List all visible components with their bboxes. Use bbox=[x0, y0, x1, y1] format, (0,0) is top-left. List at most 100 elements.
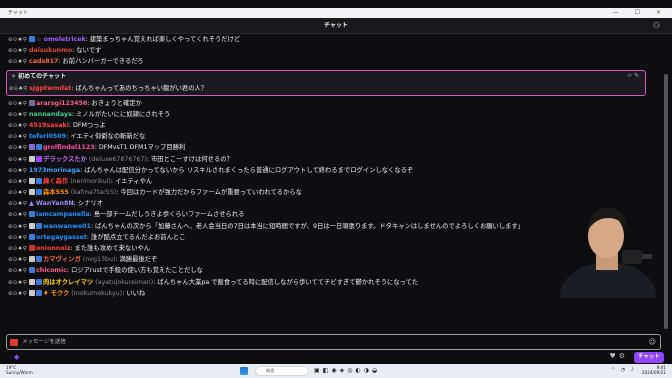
chat-username[interactable]: カマヴィンガ bbox=[43, 256, 81, 263]
chat-send-button[interactable]: チャット bbox=[634, 352, 664, 363]
chat-username[interactable]: 森本555 bbox=[43, 189, 69, 196]
badge-icon[interactable] bbox=[28, 278, 35, 285]
mod-action-icons[interactable]: ⊘⊙♠⚲ bbox=[8, 101, 27, 107]
taskbar-clock[interactable]: 9:41 2024/09/21 bbox=[642, 365, 666, 375]
mod-action-icons[interactable]: ⊘⊙♠⚲ bbox=[8, 168, 27, 174]
badge-icon[interactable] bbox=[28, 245, 35, 251]
highlight-actions-icon[interactable]: ⊹ ✎ bbox=[627, 72, 639, 79]
mod-action-icons[interactable]: ⊘⊙♠⚲ bbox=[8, 224, 27, 230]
message-input[interactable]: メッセージを送信 ☺ bbox=[6, 334, 661, 350]
badge-icon: ♦ bbox=[42, 289, 51, 297]
mod-action-icons[interactable]: ⊘⊙♠⚲ bbox=[8, 179, 27, 185]
badge-icon[interactable] bbox=[35, 177, 42, 184]
users-icon[interactable]: ⚇ bbox=[653, 18, 660, 34]
chat-message: ⊘⊙♠⚲ nannandays: ミノルがたいにに奴隷にされそう bbox=[0, 109, 660, 120]
chat-text: : ばんちゃんは配信分かってないから リスキルされまくったら普通にログアウトして… bbox=[80, 166, 414, 174]
badge-icon[interactable] bbox=[28, 211, 35, 218]
chat-username-login: (ayatujokureiman) bbox=[95, 278, 154, 286]
chat-username[interactable]: nannandays bbox=[29, 111, 72, 118]
user-avatar bbox=[10, 339, 18, 346]
start-icon[interactable] bbox=[240, 367, 248, 375]
badge-icon[interactable] bbox=[35, 256, 42, 263]
chat-username[interactable]: WanYan8N bbox=[36, 200, 74, 207]
taskbar-apps[interactable]: ▣◧◉◈◎◐◑◒ bbox=[314, 367, 380, 374]
mod-action-icons[interactable]: ⊘⊙♠⚲ bbox=[8, 280, 27, 286]
badge-icon[interactable] bbox=[28, 144, 35, 151]
chat-username[interactable]: teferi0509 bbox=[29, 133, 66, 140]
chat-username[interactable]: iamcampanella bbox=[36, 211, 90, 218]
chat-text: : 満勝最後だぞ bbox=[115, 256, 158, 264]
chat-message: ⊘⊙♠⚲ daisukunmo: ないです bbox=[0, 45, 660, 56]
badge-icon[interactable] bbox=[35, 189, 42, 196]
mod-action-icons[interactable]: ⊘⊙♠⚲ bbox=[8, 145, 27, 151]
badge-icon[interactable] bbox=[28, 36, 35, 42]
mod-action-icons[interactable]: ⊘⊙♠⚲ bbox=[8, 123, 27, 129]
chat-message: ⊘⊙♠⚲ ♦ モクク (mokumokukyu): いいね bbox=[0, 288, 660, 299]
mod-action-icons[interactable]: ⊘⊙♠⚲ bbox=[8, 212, 27, 218]
chat-message: ⊘⊙♠⚲ grolfindel1123: DFMvsT1 DFM1マップ目勝利 bbox=[0, 142, 660, 153]
weather-widget[interactable]: 19°C Sunny/Warm bbox=[6, 365, 33, 375]
mod-action-icons[interactable]: ⊘⊙♠⚲ bbox=[8, 268, 27, 274]
mod-action-icons[interactable]: ⊘⊙♠⚲ bbox=[8, 190, 27, 196]
chat-username[interactable]: ortegaygasset bbox=[36, 234, 87, 241]
badge-icon[interactable] bbox=[35, 289, 42, 296]
chat-header: チャット ⚇ bbox=[0, 18, 672, 34]
mod-action-icons[interactable]: ⊘⊙♠⚲ bbox=[8, 37, 27, 43]
highlight-heading: ✧ 初めてのチャット bbox=[11, 72, 67, 80]
chat-username[interactable]: daisukunmo bbox=[29, 47, 72, 54]
badge-icon[interactable] bbox=[28, 222, 35, 229]
chat-username[interactable]: chicomic bbox=[36, 267, 67, 274]
window-controls[interactable]: — ☐ ✕ bbox=[613, 8, 668, 18]
badge-icon[interactable] bbox=[28, 233, 35, 240]
badge-icon[interactable] bbox=[35, 278, 42, 285]
badge-icon[interactable] bbox=[28, 155, 35, 162]
mod-action-icons[interactable]: ⊘⊙♠⚲ bbox=[8, 201, 27, 207]
chat-scrollbar[interactable] bbox=[660, 34, 672, 334]
chat-username[interactable]: onionnoiz bbox=[36, 245, 70, 252]
badge-icon[interactable] bbox=[35, 144, 42, 151]
badge-icon[interactable] bbox=[28, 289, 35, 296]
chat-username[interactable]: 練く森作 bbox=[43, 178, 68, 185]
chat-username[interactable]: wanwanwe01 bbox=[43, 223, 91, 230]
mod-action-icons[interactable]: ⊘⊙♠⚲ bbox=[9, 86, 27, 92]
badge-icon[interactable] bbox=[28, 99, 35, 106]
chat-text: : ないです bbox=[72, 47, 102, 55]
taskbar-search[interactable]: 検索 bbox=[255, 366, 309, 376]
chat-username[interactable]: デラックスたか bbox=[43, 156, 87, 163]
mod-action-icons[interactable]: ⊘⊙♠⚲ bbox=[8, 235, 27, 241]
chat-username[interactable]: 肉はオクレイマツ bbox=[43, 279, 93, 286]
chat-message: ⊘⊙♠⚲ 4519sasaki: DFMつっよ bbox=[0, 120, 660, 131]
emote-icon[interactable]: ☺ bbox=[649, 335, 656, 350]
chat-username[interactable]: omeletricek bbox=[44, 36, 86, 43]
system-tray[interactable]: ⌃ ◔ ♪ bbox=[611, 367, 636, 373]
chat-username[interactable]: sjgptwmdat bbox=[29, 85, 71, 92]
chat-username[interactable]: cads817 bbox=[29, 58, 58, 65]
chat-log[interactable]: ⊘⊙♠⚲ ☆ omeletricek: 建築まっちゃん覚えれば楽しくやってくれそう… bbox=[0, 34, 660, 332]
badge-icon[interactable] bbox=[28, 256, 35, 263]
scrollbar-thumb[interactable] bbox=[664, 74, 668, 329]
badge-icon[interactable] bbox=[28, 189, 35, 196]
mod-action-icons[interactable]: ⊘⊙♠⚲ bbox=[8, 257, 27, 263]
badge-icon[interactable] bbox=[35, 222, 42, 229]
chat-text: : 誰が酷点立てるんだよお前んとこ bbox=[86, 233, 186, 241]
mod-action-icons[interactable]: ⊘⊙♠⚲ bbox=[8, 48, 27, 54]
settings-icons[interactable]: ♥⚙ bbox=[609, 352, 628, 360]
chat-username-login: (kafma7tar55) bbox=[70, 189, 117, 197]
mod-action-icons[interactable]: ⊘⊙♠⚲ bbox=[8, 134, 27, 140]
mod-action-icons[interactable]: ⊘⊙♠⚲ bbox=[8, 59, 27, 65]
mod-action-icons[interactable]: ⊘⊙♠⚲ bbox=[8, 112, 27, 118]
chat-username[interactable]: grolfindel1123 bbox=[43, 144, 95, 151]
mod-action-icons[interactable]: ⊘⊙♠⚲ bbox=[8, 157, 27, 163]
mod-action-icons[interactable]: ⊘⊙♠⚲ bbox=[8, 246, 27, 252]
badge-icon[interactable] bbox=[35, 155, 42, 162]
mod-action-icons[interactable]: ⊘⊙♠⚲ bbox=[8, 291, 27, 297]
badge-icon[interactable] bbox=[28, 177, 35, 184]
chat-username[interactable]: 4519sasaki bbox=[29, 122, 69, 129]
chat-text: : シナリオ bbox=[73, 200, 103, 208]
chat-username[interactable]: モクク bbox=[51, 290, 70, 297]
badge-icon[interactable] bbox=[28, 267, 35, 274]
bits-icon[interactable]: ◆ bbox=[14, 353, 19, 361]
chat-username[interactable]: 1973morinaga bbox=[29, 167, 80, 174]
chat-text: : ばんちゃんの次から「加藤さんへ、老人会当日の7日は本当に短時間ですが、9日は… bbox=[90, 222, 525, 230]
chat-username[interactable]: ararsgi123456 bbox=[36, 100, 87, 107]
